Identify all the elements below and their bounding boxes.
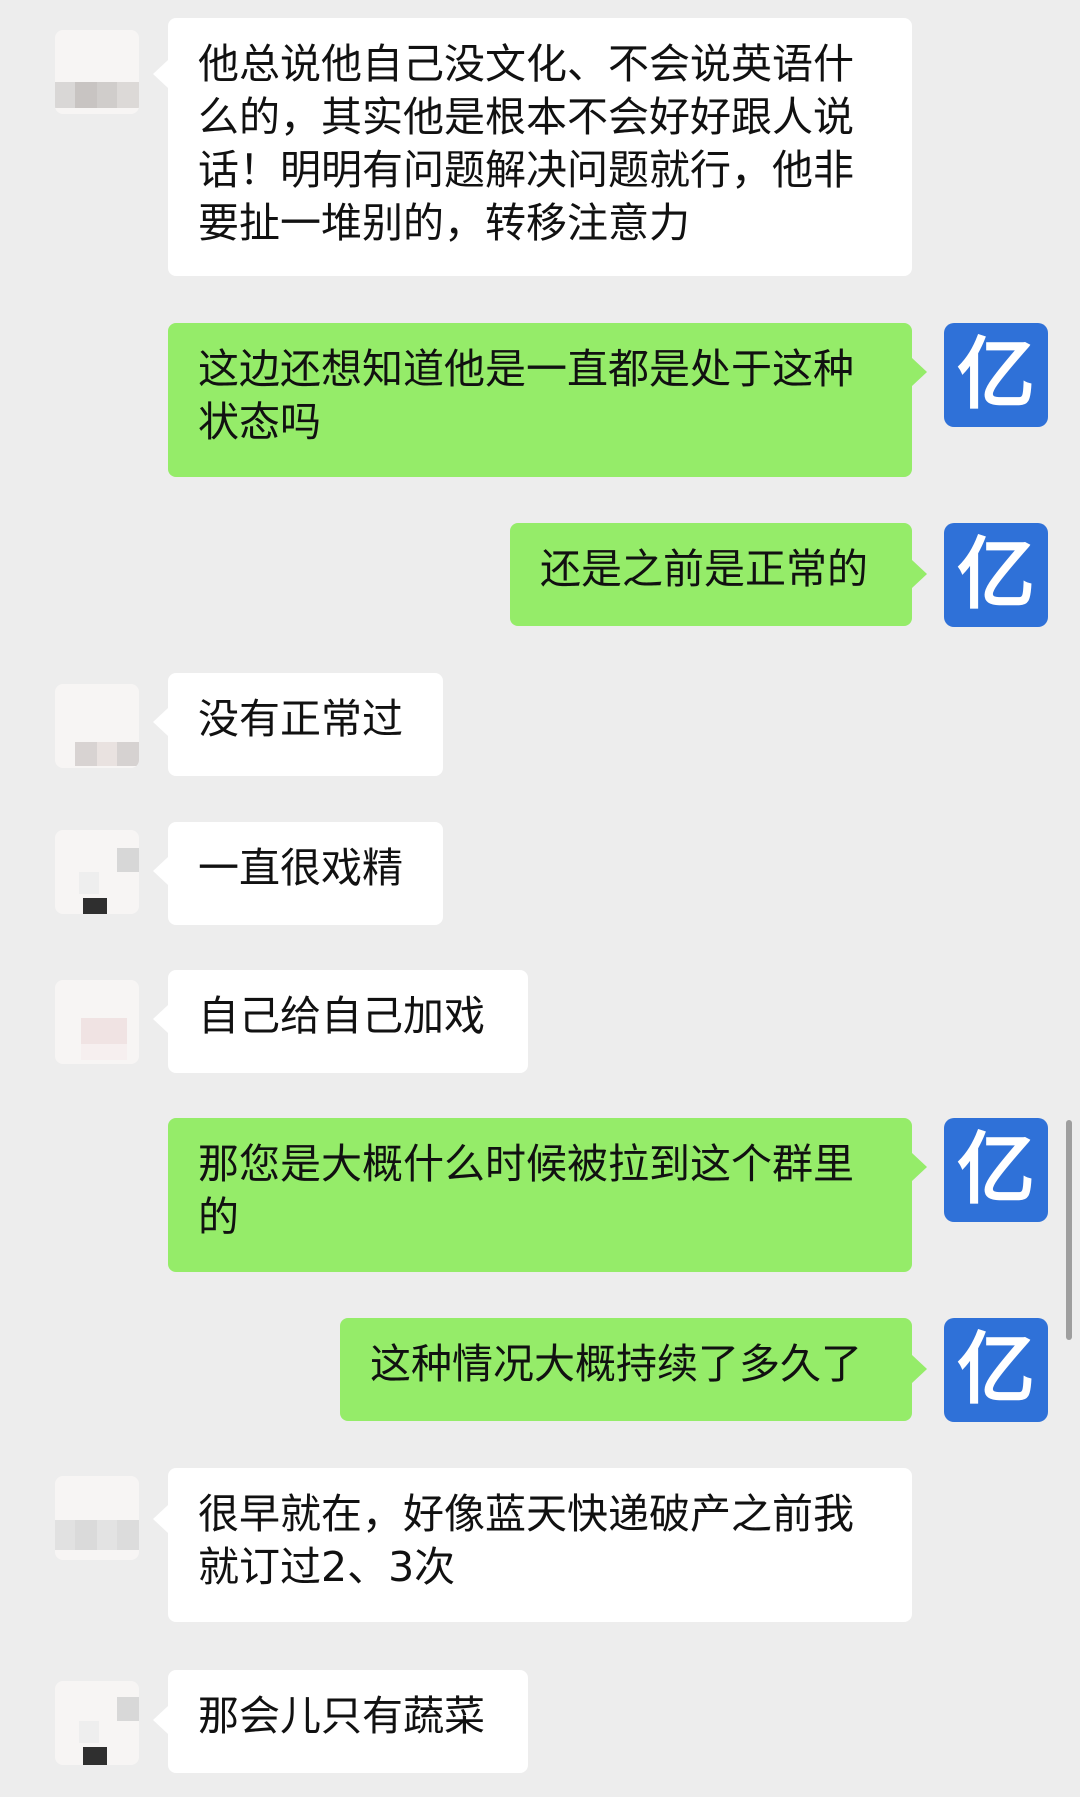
bubble-tail [153,708,168,736]
user-avatar[interactable]: 亿 [944,1118,1048,1222]
bubble-tail [153,857,168,885]
message-bubble-incoming[interactable]: 没有正常过 [168,673,443,776]
message-bubble-outgoing[interactable]: 这边还想知道他是一直都是处于这种状态吗 [168,323,912,477]
user-avatar[interactable]: 亿 [944,523,1048,627]
contact-avatar[interactable] [55,684,139,768]
bubble-tail [912,1153,927,1181]
user-avatar[interactable]: 亿 [944,1318,1048,1422]
message-bubble-incoming[interactable]: 一直很戏精 [168,822,443,925]
message-bubble-incoming[interactable]: 自己给自己加戏 [168,970,528,1073]
message-bubble-incoming[interactable]: 那会儿只有蔬菜 [168,1670,528,1773]
contact-avatar[interactable] [55,30,139,114]
message-bubble-outgoing[interactable]: 那您是大概什么时候被拉到这个群里的 [168,1118,912,1272]
bubble-tail [153,1505,168,1533]
contact-avatar[interactable] [55,1681,139,1765]
user-avatar[interactable]: 亿 [944,323,1048,427]
bubble-tail [153,1005,168,1033]
contact-avatar[interactable] [55,1476,139,1560]
message-bubble-incoming[interactable]: 很早就在，好像蓝天快递破产之前我就订过2、3次 [168,1468,912,1622]
bubble-tail [153,60,168,88]
bubble-tail [912,1355,927,1383]
message-bubble-outgoing[interactable]: 这种情况大概持续了多久了 [340,1318,912,1421]
message-bubble-incoming[interactable]: 他总说他自己没文化、不会说英语什么的，其实他是根本不会好好跟人说话！明明有问题解… [168,18,912,276]
scrollbar[interactable] [1066,1120,1072,1340]
contact-avatar[interactable] [55,980,139,1064]
bubble-tail [153,1706,168,1734]
bubble-tail [912,358,927,386]
bubble-tail [912,560,927,588]
chat-window: 他总说他自己没文化、不会说英语什么的，其实他是根本不会好好跟人说话！明明有问题解… [0,0,1080,1797]
message-bubble-outgoing[interactable]: 还是之前是正常的 [510,523,912,626]
contact-avatar[interactable] [55,830,139,914]
